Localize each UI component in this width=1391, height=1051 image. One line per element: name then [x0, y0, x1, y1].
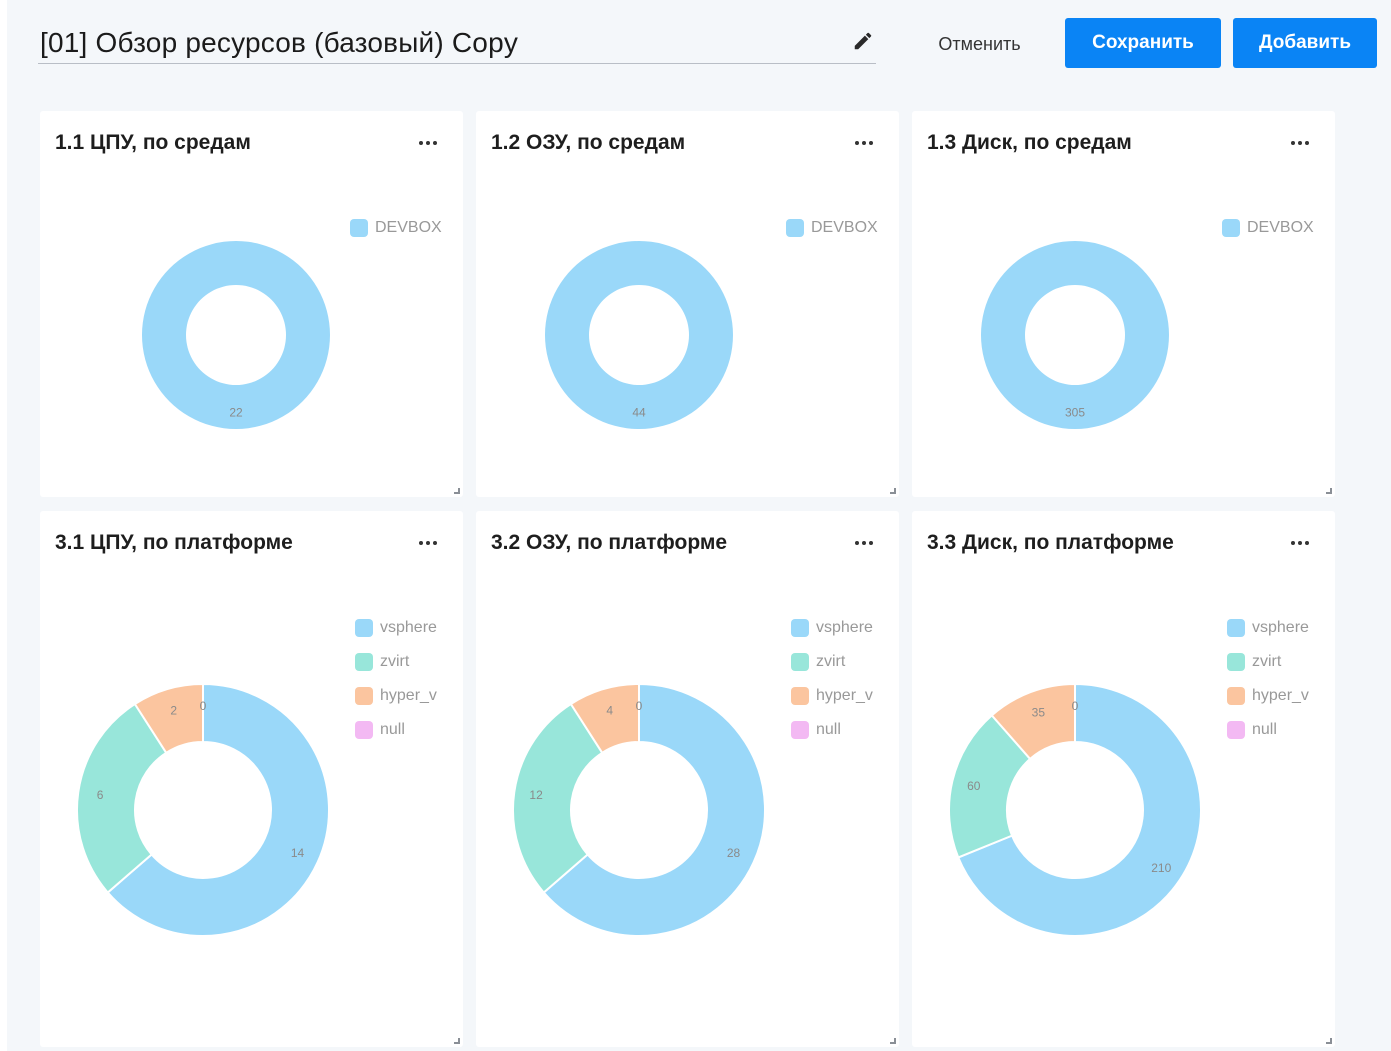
legend-swatch	[1222, 219, 1240, 237]
legend-item[interactable]: vsphere	[355, 611, 437, 645]
legend-swatch	[791, 687, 809, 705]
data-label: 28	[727, 846, 741, 860]
legend-swatch	[1227, 619, 1245, 637]
legend-swatch	[350, 219, 368, 237]
chart-legend: vsphere zvirt hyper_vnull	[355, 611, 437, 747]
chart-panel: 3.1 ЦПУ, по платформе 14 6 2 0 vsphere zvirt hy…	[40, 511, 463, 1047]
legend-item[interactable]: vsphere	[1227, 611, 1309, 645]
data-label: 14	[291, 846, 305, 860]
legend-item[interactable]: hyper_v	[791, 679, 873, 713]
add-button[interactable]: Добавить	[1233, 18, 1377, 68]
donut-chart: 44	[544, 241, 733, 429]
data-label: 210	[1151, 861, 1171, 875]
dashboard-title-field[interactable]: [01] Обзор ресурсов (базовый) Copy	[38, 22, 876, 64]
legend-label: vsphere	[816, 619, 873, 636]
legend-swatch	[791, 653, 809, 671]
data-label: 0	[1072, 699, 1079, 713]
pie-slice-devbox[interactable]	[544, 241, 733, 429]
legend-label: hyper_v	[1252, 687, 1309, 704]
dashboard-title[interactable]: [01] Обзор ресурсов (базовый) Copy	[40, 27, 518, 59]
pencil-icon[interactable]	[850, 28, 876, 54]
data-label: 60	[967, 779, 981, 793]
chart-legend: DEVBOX	[1222, 211, 1314, 245]
legend-swatch	[1227, 721, 1245, 739]
legend-item[interactable]: DEVBOX	[350, 211, 442, 245]
donut-chart: 28 12 4 0	[512, 683, 766, 937]
legend-item[interactable]: DEVBOX	[1222, 211, 1314, 245]
legend-swatch	[791, 721, 809, 739]
legend-label: null	[816, 721, 841, 738]
pie-slice-devbox[interactable]	[980, 241, 1169, 429]
resize-handle[interactable]	[890, 1038, 896, 1044]
donut-chart: 305	[980, 241, 1169, 429]
data-label: 6	[97, 788, 104, 802]
donut-chart: 22	[141, 241, 330, 429]
chart-legend: vsphere zvirt hyper_vnull	[1227, 611, 1309, 747]
legend-item[interactable]: zvirt	[791, 645, 873, 679]
resize-handle[interactable]	[1326, 1038, 1332, 1044]
legend-item[interactable]: hyper_v	[1227, 679, 1309, 713]
legend-item[interactable]: vsphere	[791, 611, 873, 645]
legend-label: DEVBOX	[375, 219, 442, 236]
legend-label: null	[380, 721, 405, 738]
legend-swatch	[355, 653, 373, 671]
legend-swatch	[1227, 653, 1245, 671]
chart-panel: 1.1 ЦПУ, по средам 22 DEVBOX	[40, 111, 463, 497]
resize-handle[interactable]	[1326, 488, 1332, 494]
dashboard-editor: [01] Обзор ресурсов (базовый) Copy Отмен…	[7, 0, 1391, 1051]
legend-item[interactable]: null	[791, 713, 873, 747]
legend-swatch	[355, 619, 373, 637]
legend-item[interactable]: null	[355, 713, 437, 747]
dashboard-header: [01] Обзор ресурсов (базовый) Copy Отмен…	[7, 0, 1391, 95]
legend-item[interactable]: null	[1227, 713, 1309, 747]
donut-chart: 14 6 2 0	[76, 683, 330, 937]
pie-slice-devbox[interactable]	[141, 241, 330, 429]
legend-item[interactable]: hyper_v	[355, 679, 437, 713]
legend-label: vsphere	[1252, 619, 1309, 636]
legend-item[interactable]: DEVBOX	[786, 211, 878, 245]
data-label: 0	[200, 699, 207, 713]
legend-label: DEVBOX	[811, 219, 878, 236]
legend-label: zvirt	[816, 653, 846, 670]
chart-legend: DEVBOX	[786, 211, 878, 245]
save-button[interactable]: Сохранить	[1065, 18, 1221, 68]
legend-item[interactable]: zvirt	[355, 645, 437, 679]
data-label: 2	[170, 703, 177, 717]
data-label: 35	[1032, 706, 1046, 720]
legend-label: DEVBOX	[1247, 219, 1314, 236]
data-label: 0	[636, 699, 643, 713]
chart-panel: 3.2 ОЗУ, по платформе 28 12 4 0 vsphere zvirt h…	[476, 511, 899, 1047]
legend-label: hyper_v	[816, 687, 873, 704]
data-label: 22	[229, 405, 243, 419]
chart-panel: 1.3 Диск, по средам 305 DEVBOX	[912, 111, 1335, 497]
chart-legend: DEVBOX	[350, 211, 442, 245]
chart-panel: 1.2 ОЗУ, по средам 44 DEVBOX	[476, 111, 899, 497]
data-label: 44	[632, 405, 646, 419]
legend-label: vsphere	[380, 619, 437, 636]
legend-label: zvirt	[380, 653, 410, 670]
legend-swatch	[1227, 687, 1245, 705]
legend-label: hyper_v	[380, 687, 437, 704]
legend-swatch	[786, 219, 804, 237]
data-label: 12	[529, 788, 543, 802]
legend-swatch	[355, 687, 373, 705]
resize-handle[interactable]	[454, 488, 460, 494]
legend-swatch	[791, 619, 809, 637]
legend-swatch	[355, 721, 373, 739]
legend-label: null	[1252, 721, 1277, 738]
resize-handle[interactable]	[454, 1038, 460, 1044]
data-label: 4	[606, 703, 613, 717]
chart-legend: vsphere zvirt hyper_vnull	[791, 611, 873, 747]
legend-label: zvirt	[1252, 653, 1282, 670]
data-label: 305	[1065, 405, 1085, 419]
chart-panel: 3.3 Диск, по платформе 210 60 35 0 vsphere zvi…	[912, 511, 1335, 1047]
donut-chart: 210 60 35 0	[948, 683, 1202, 937]
cancel-button[interactable]: Отменить	[922, 24, 1037, 64]
resize-handle[interactable]	[890, 488, 896, 494]
legend-item[interactable]: zvirt	[1227, 645, 1309, 679]
